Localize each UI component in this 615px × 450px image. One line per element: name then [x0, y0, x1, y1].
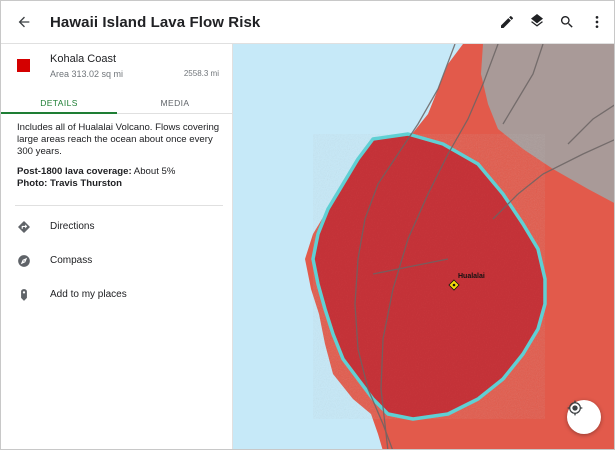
coverage-line: Post-1800 lava coverage: About 5%	[17, 166, 223, 178]
bookmark-icon-wrap	[17, 288, 31, 302]
feature-color-swatch	[17, 59, 30, 72]
tab-bar: DETAILS MEDIA	[1, 90, 233, 114]
my-location-button[interactable]	[567, 400, 601, 434]
feature-header: Kohala Coast Area 313.02 sq mi 2558.3 mi	[1, 44, 233, 88]
feature-metadata: Post-1800 lava coverage: About 5% Photo:…	[17, 166, 223, 190]
search-button[interactable]	[554, 9, 580, 35]
coverage-label: Post-1800 lava coverage:	[17, 166, 132, 177]
feature-name: Kohala Coast	[50, 53, 117, 65]
layers-icon	[531, 14, 543, 27]
coverage-value: About 5%	[131, 166, 176, 177]
directions-icon	[18, 221, 30, 233]
add-to-places-label: Add to my places	[50, 289, 127, 300]
back-arrow-icon	[18, 16, 30, 28]
more-vert-icon	[595, 16, 599, 28]
directions-action[interactable]: Directions	[1, 210, 233, 244]
layers-button[interactable]	[524, 9, 550, 35]
directions-label: Directions	[50, 221, 95, 232]
compass-action[interactable]: Compass	[1, 244, 233, 278]
directions-icon-wrap	[17, 220, 31, 234]
top-app-bar: Hawaii Island Lava Flow Risk	[1, 1, 614, 44]
photo-credit: Photo: Travis Thurston	[17, 178, 223, 190]
app-frame: Hawaii Island Lava Flow Risk Kohala Coas…	[0, 0, 615, 450]
add-to-places-action[interactable]: Add to my places	[1, 278, 233, 312]
feature-distance: 2558.3 mi	[183, 69, 219, 78]
edit-button[interactable]	[494, 9, 520, 35]
edit-pencil-icon	[501, 15, 513, 28]
action-list: Directions Compass Add to my places	[1, 210, 233, 312]
top-actions	[494, 9, 610, 35]
compass-icon	[18, 255, 30, 267]
tab-media[interactable]: MEDIA	[117, 90, 233, 113]
bookmark-pin-icon	[21, 289, 27, 301]
tab-details[interactable]: DETAILS	[1, 90, 117, 114]
map-view[interactable]: Hualalai	[233, 44, 614, 449]
feature-details-panel: Kohala Coast Area 313.02 sq mi 2558.3 mi…	[1, 44, 233, 449]
page-title: Hawaii Island Lava Flow Risk	[50, 14, 261, 31]
gps-location-icon	[567, 400, 583, 416]
map-canvas	[305, 44, 614, 449]
more-options-button[interactable]	[584, 9, 610, 35]
compass-icon-wrap	[17, 254, 31, 268]
feature-description: Includes all of Hualalai Volcano. Flows …	[17, 122, 220, 157]
volcano-label: Hualalai	[458, 273, 485, 280]
divider	[15, 205, 223, 206]
photo-credit-text: Photo: Travis Thurston	[17, 178, 123, 189]
compass-label: Compass	[50, 255, 93, 266]
search-icon	[560, 16, 573, 28]
feature-area: Area 313.02 sq mi	[50, 69, 124, 79]
back-button[interactable]	[11, 9, 37, 35]
